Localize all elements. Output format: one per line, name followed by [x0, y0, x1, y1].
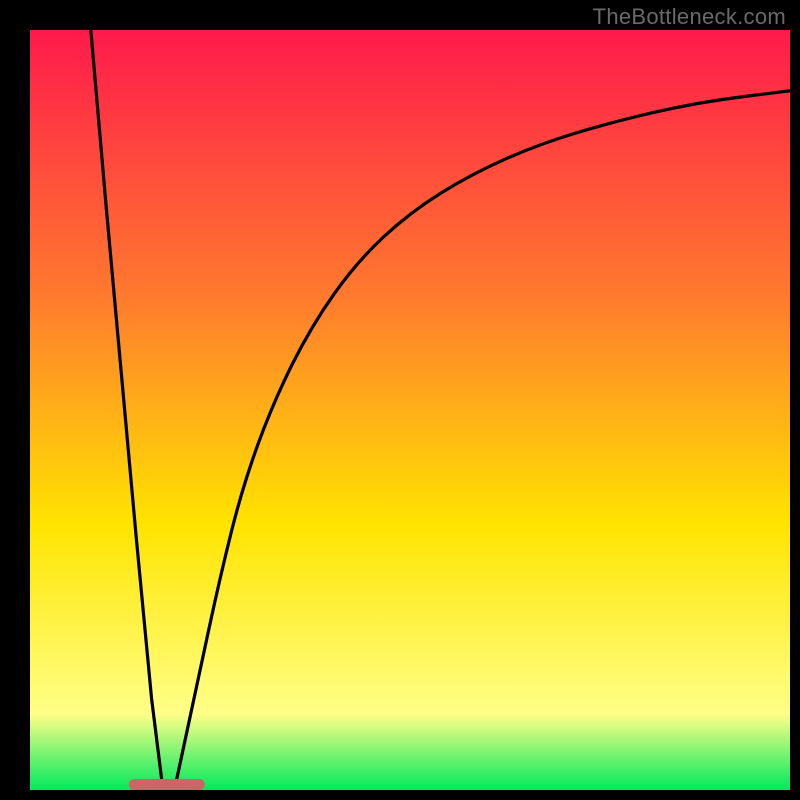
marker-pill [129, 779, 205, 790]
plot-area [30, 30, 790, 790]
gradient-background [30, 30, 790, 790]
chart-svg [30, 30, 790, 790]
watermark-text: TheBottleneck.com [593, 4, 786, 30]
bottleneck-marker [129, 779, 205, 790]
chart-container: TheBottleneck.com [0, 0, 800, 800]
